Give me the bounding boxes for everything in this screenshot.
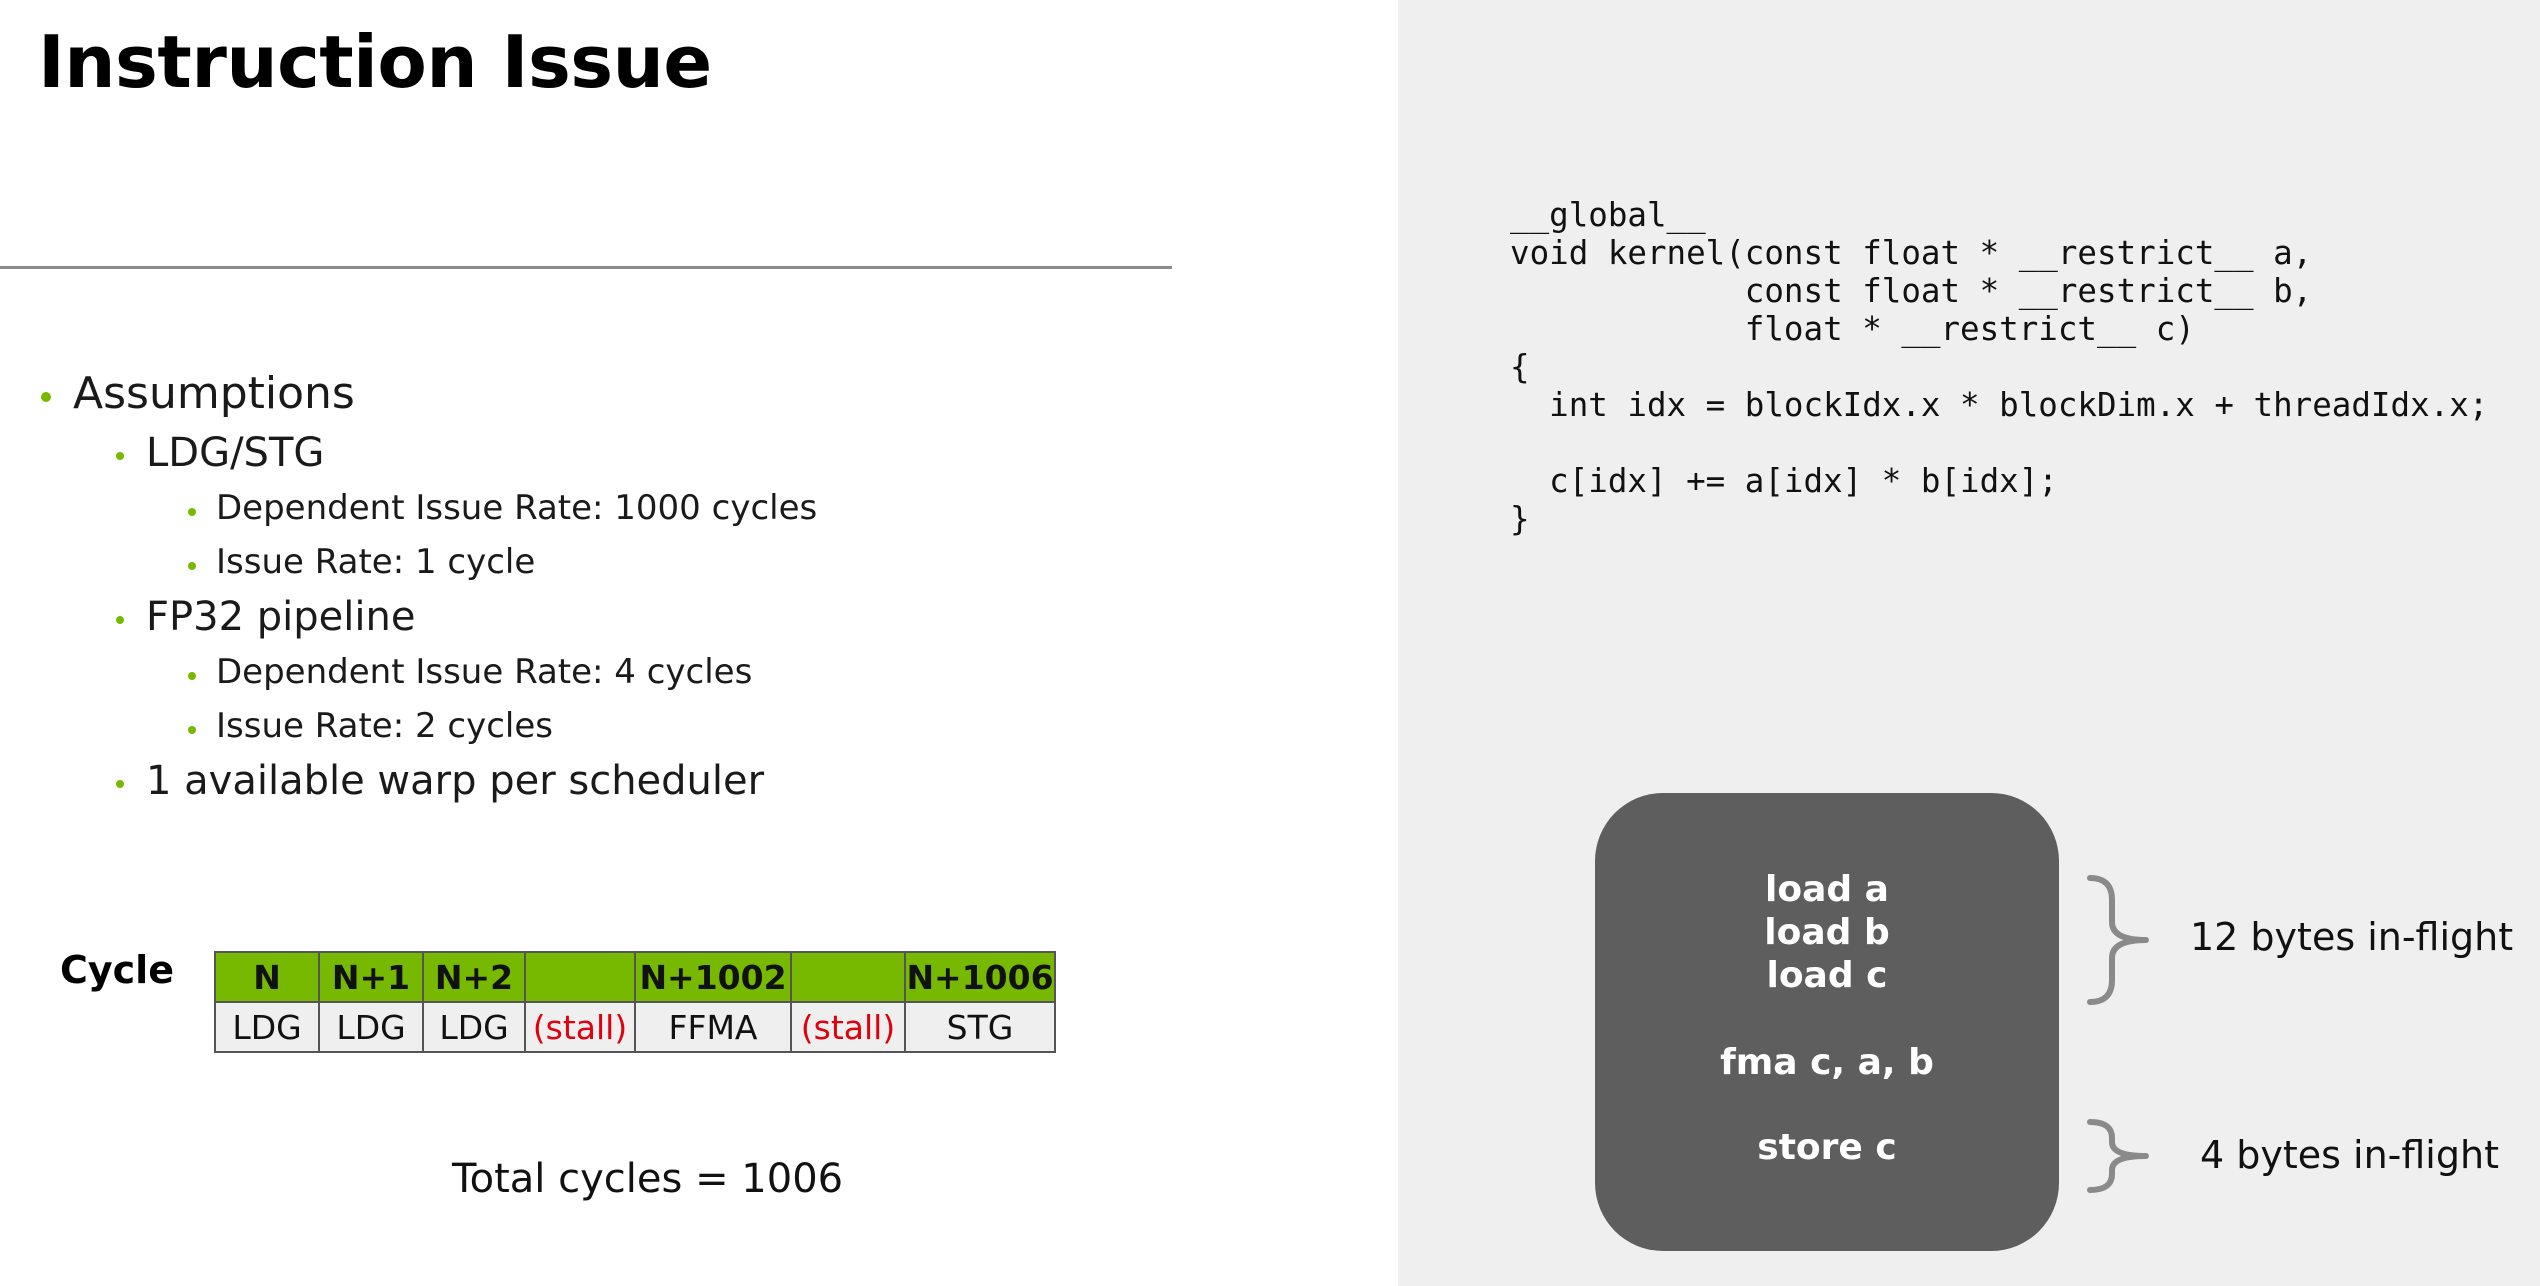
cycle-cell — [524, 951, 636, 1003]
store-brace-icon — [2087, 1119, 2149, 1193]
bullet-warp: 1 available warp per scheduler — [116, 758, 765, 804]
op-cell: LDG — [422, 1001, 526, 1053]
bullet-ldg-stg: LDG/STG — [116, 430, 325, 476]
stall-cell: (stall) — [790, 1001, 906, 1053]
bullet-text: Dependent Issue Rate: 4 cycles — [216, 652, 753, 692]
bullet-dot-icon — [188, 508, 196, 516]
code-line: c[idx] += a[idx] * b[idx]; — [1510, 462, 2058, 500]
cycle-cell: N+2 — [422, 951, 526, 1003]
bullet-dot-icon — [116, 780, 124, 788]
instruction-fma: fma c, a, b — [1720, 1042, 1934, 1083]
total-cycles: Total cycles = 1006 — [452, 1156, 844, 1202]
bullet-dot-icon — [116, 616, 124, 624]
title-divider — [0, 266, 1172, 269]
op-cell: FFMA — [634, 1001, 792, 1053]
loads-inflight-label: 12 bytes in-flight — [2190, 915, 2514, 959]
cycle-cell: N+1002 — [634, 951, 792, 1003]
issue-timeline-table: N N+1 N+2 N+1002 N+1006 LDG LDG LDG (sta… — [214, 951, 1056, 1053]
instruction-store: store c — [1757, 1127, 1897, 1168]
bullet-text: LDG/STG — [146, 430, 325, 476]
bullet-ldg-issue-rate: Issue Rate: 1 cycle — [188, 542, 536, 582]
store-inflight-label: 4 bytes in-flight — [2200, 1133, 2499, 1177]
page-title: Instruction Issue — [38, 20, 712, 104]
bullet-fp32-dependent-rate: Dependent Issue Rate: 4 cycles — [188, 652, 753, 692]
bullet-text: FP32 pipeline — [146, 594, 416, 640]
cycle-label: Cycle — [60, 948, 174, 992]
bullet-dot-icon — [188, 672, 196, 680]
bullet-text: Issue Rate: 1 cycle — [216, 542, 536, 582]
instruction-load-a: load a — [1765, 869, 1889, 910]
bullet-text: 1 available warp per scheduler — [146, 758, 765, 804]
code-line: const float * __restrict__ b, — [1510, 272, 2313, 310]
cycle-row: N N+1 N+2 N+1002 N+1006 — [214, 951, 1056, 1003]
code-line: int idx = blockIdx.x * blockDim.x + thre… — [1510, 386, 2489, 424]
code-line: void kernel(const float * __restrict__ a… — [1510, 234, 2313, 272]
loads-brace-icon — [2087, 875, 2149, 1005]
cycle-cell: N+1 — [318, 951, 424, 1003]
instruction-load-c: load c — [1766, 955, 1888, 996]
bullet-text: Assumptions — [73, 368, 355, 419]
code-line: __global__ — [1510, 196, 1706, 234]
stall-cell: (stall) — [524, 1001, 636, 1053]
code-line: } — [1510, 500, 1530, 538]
cycle-cell: N+1006 — [904, 951, 1056, 1003]
code-line: { — [1510, 348, 1530, 386]
cycle-cell — [790, 951, 906, 1003]
bullet-fp32-issue-rate: Issue Rate: 2 cycles — [188, 706, 553, 746]
op-cell: STG — [904, 1001, 1056, 1053]
bullet-fp32: FP32 pipeline — [116, 594, 416, 640]
bullet-dot-icon — [116, 452, 124, 460]
bullet-ldg-dependent-rate: Dependent Issue Rate: 1000 cycles — [188, 488, 818, 528]
op-row: LDG LDG LDG (stall) FFMA (stall) STG — [214, 1001, 1056, 1053]
instruction-sequence-box: load a load b load c fma c, a, b store c — [1595, 793, 2059, 1251]
op-cell: LDG — [214, 1001, 320, 1053]
bullet-dot-icon — [188, 726, 196, 734]
instruction-load-b: load b — [1764, 912, 1890, 953]
cycle-cell: N — [214, 951, 320, 1003]
bullet-text: Dependent Issue Rate: 1000 cycles — [216, 488, 818, 528]
bullet-dot-icon — [41, 392, 51, 402]
kernel-code-block: __global__ void kernel(const float * __r… — [1510, 196, 2488, 538]
op-cell: LDG — [318, 1001, 424, 1053]
bullet-dot-icon — [188, 562, 196, 570]
bullet-text: Issue Rate: 2 cycles — [216, 706, 553, 746]
bullet-assumptions: Assumptions — [41, 368, 355, 419]
code-line: float * __restrict__ c) — [1510, 310, 2195, 348]
